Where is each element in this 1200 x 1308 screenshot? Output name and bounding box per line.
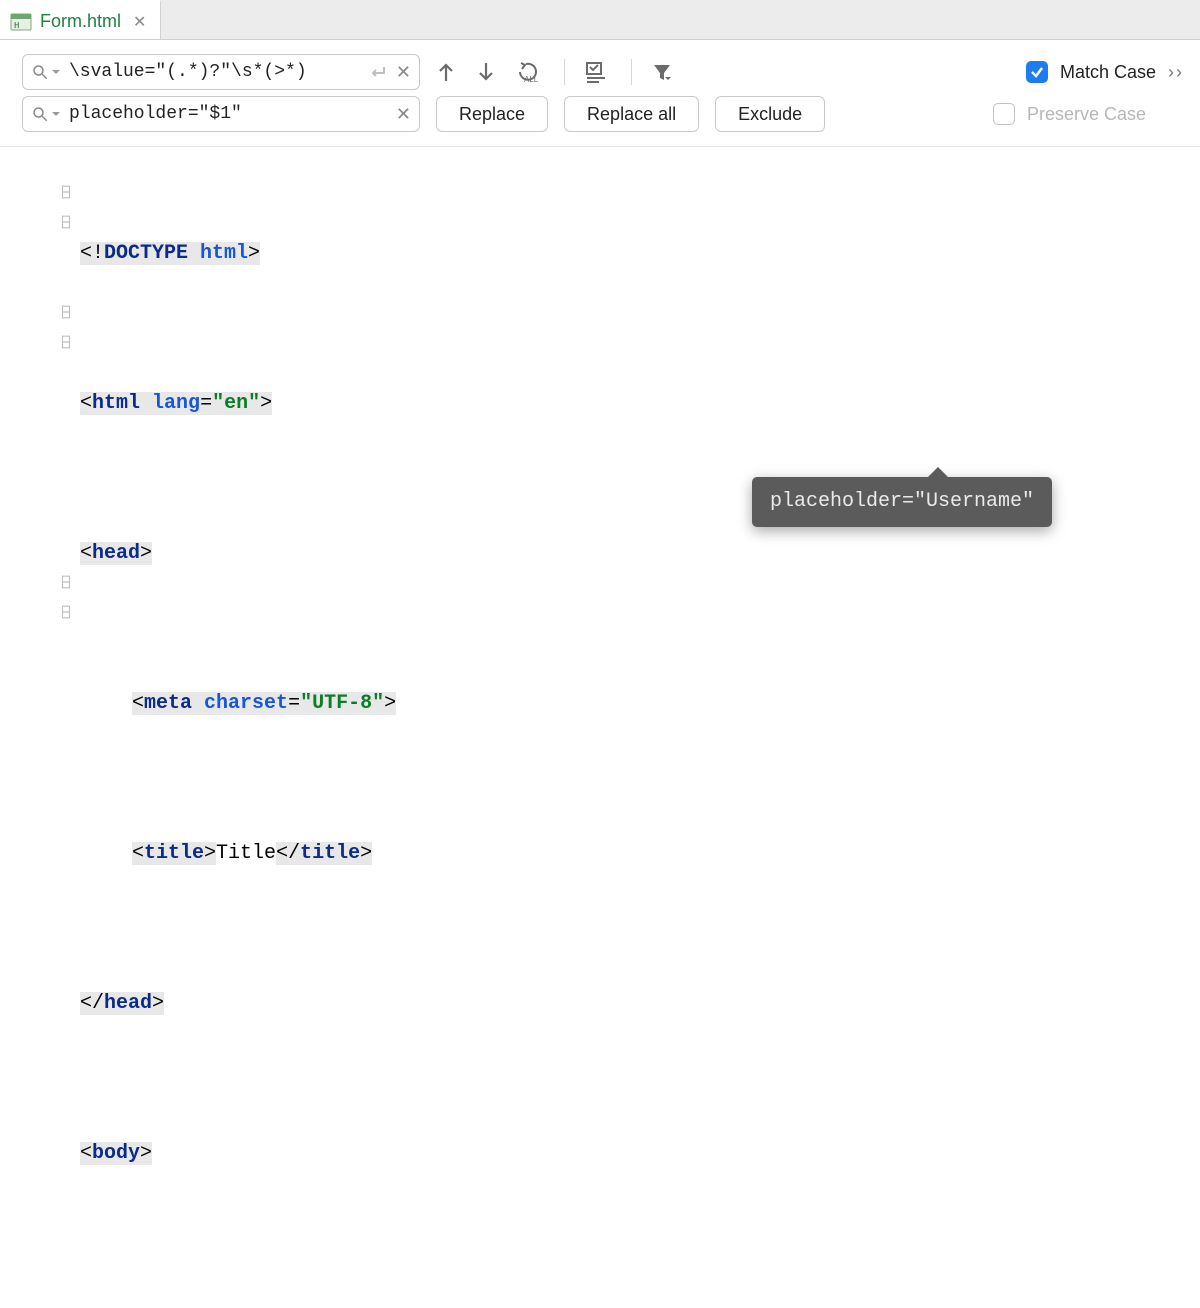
exclude-button[interactable]: Exclude	[715, 96, 825, 132]
svg-text:ALL: ALL	[524, 75, 539, 84]
replace-input[interactable]	[69, 104, 388, 124]
code-line[interactable]: <meta charset="UTF-8">	[80, 689, 1200, 719]
tab-bar: H Form.html ✕	[0, 0, 1200, 40]
newline-icon[interactable]	[368, 64, 388, 80]
code-line[interactable]: <html lang="en">	[54, 389, 1200, 419]
code-editor[interactable]: <!DOCTYPE html> <html lang="en"> <head> …	[0, 147, 1200, 1308]
html-file-icon: H	[10, 11, 32, 33]
find-nav-icons: ALL	[436, 58, 674, 86]
code-line[interactable]	[80, 1289, 1200, 1308]
search-icon	[31, 63, 49, 81]
replace-input-box[interactable]: ✕	[22, 96, 420, 132]
preserve-case-checkbox[interactable]	[993, 103, 1015, 125]
clear-find-icon[interactable]: ✕	[396, 62, 411, 83]
next-match-icon[interactable]	[476, 58, 496, 86]
clear-replace-icon[interactable]: ✕	[396, 104, 411, 125]
find-input-box[interactable]: ✕	[22, 54, 420, 90]
fold-icon[interactable]	[58, 574, 74, 590]
match-case-checkbox[interactable]	[1026, 61, 1048, 83]
add-selection-icon[interactable]	[585, 58, 611, 86]
preserve-case-label: Preserve Case	[1027, 104, 1146, 125]
replace-dropdown-icon[interactable]	[51, 109, 61, 119]
fold-icon[interactable]	[58, 184, 74, 200]
fold-icon[interactable]	[58, 334, 74, 350]
fold-icon[interactable]	[58, 604, 74, 620]
code-line[interactable]: <head>	[80, 539, 1200, 569]
filter-icon[interactable]	[652, 58, 674, 86]
find-input[interactable]	[69, 62, 360, 82]
replace-button[interactable]: Replace	[436, 96, 548, 132]
match-case-label: Match Case	[1060, 62, 1156, 83]
replace-all-button[interactable]: Replace all	[564, 96, 699, 132]
code-line[interactable]: <!DOCTYPE html>	[80, 239, 1200, 269]
code-line[interactable]: <body>	[80, 1139, 1200, 1169]
gutter	[0, 147, 80, 1308]
code-line[interactable]: <title>Title</title>	[80, 839, 1200, 869]
replace-preview-tooltip: placeholder="Username"	[752, 477, 1052, 527]
close-tab-icon[interactable]: ✕	[129, 12, 150, 32]
code-line[interactable]: </head>	[80, 989, 1200, 1019]
search-icon	[31, 105, 49, 123]
svg-text:H: H	[14, 21, 19, 31]
fold-icon[interactable]	[58, 304, 74, 320]
editor-tab[interactable]: H Form.html ✕	[0, 0, 161, 39]
more-options-icon[interactable]: ››	[1168, 62, 1184, 83]
fold-icon[interactable]	[58, 214, 74, 230]
code-area[interactable]: <!DOCTYPE html> <html lang="en"> <head> …	[80, 147, 1200, 1308]
select-all-icon[interactable]: ALL	[516, 58, 544, 86]
tab-label: Form.html	[40, 11, 121, 32]
find-replace-toolbar: ✕ ALL Match Case	[0, 40, 1200, 147]
search-dropdown-icon[interactable]	[51, 67, 61, 77]
prev-match-icon[interactable]	[436, 58, 456, 86]
toolbar-separator	[631, 59, 632, 85]
toolbar-separator	[564, 59, 565, 85]
